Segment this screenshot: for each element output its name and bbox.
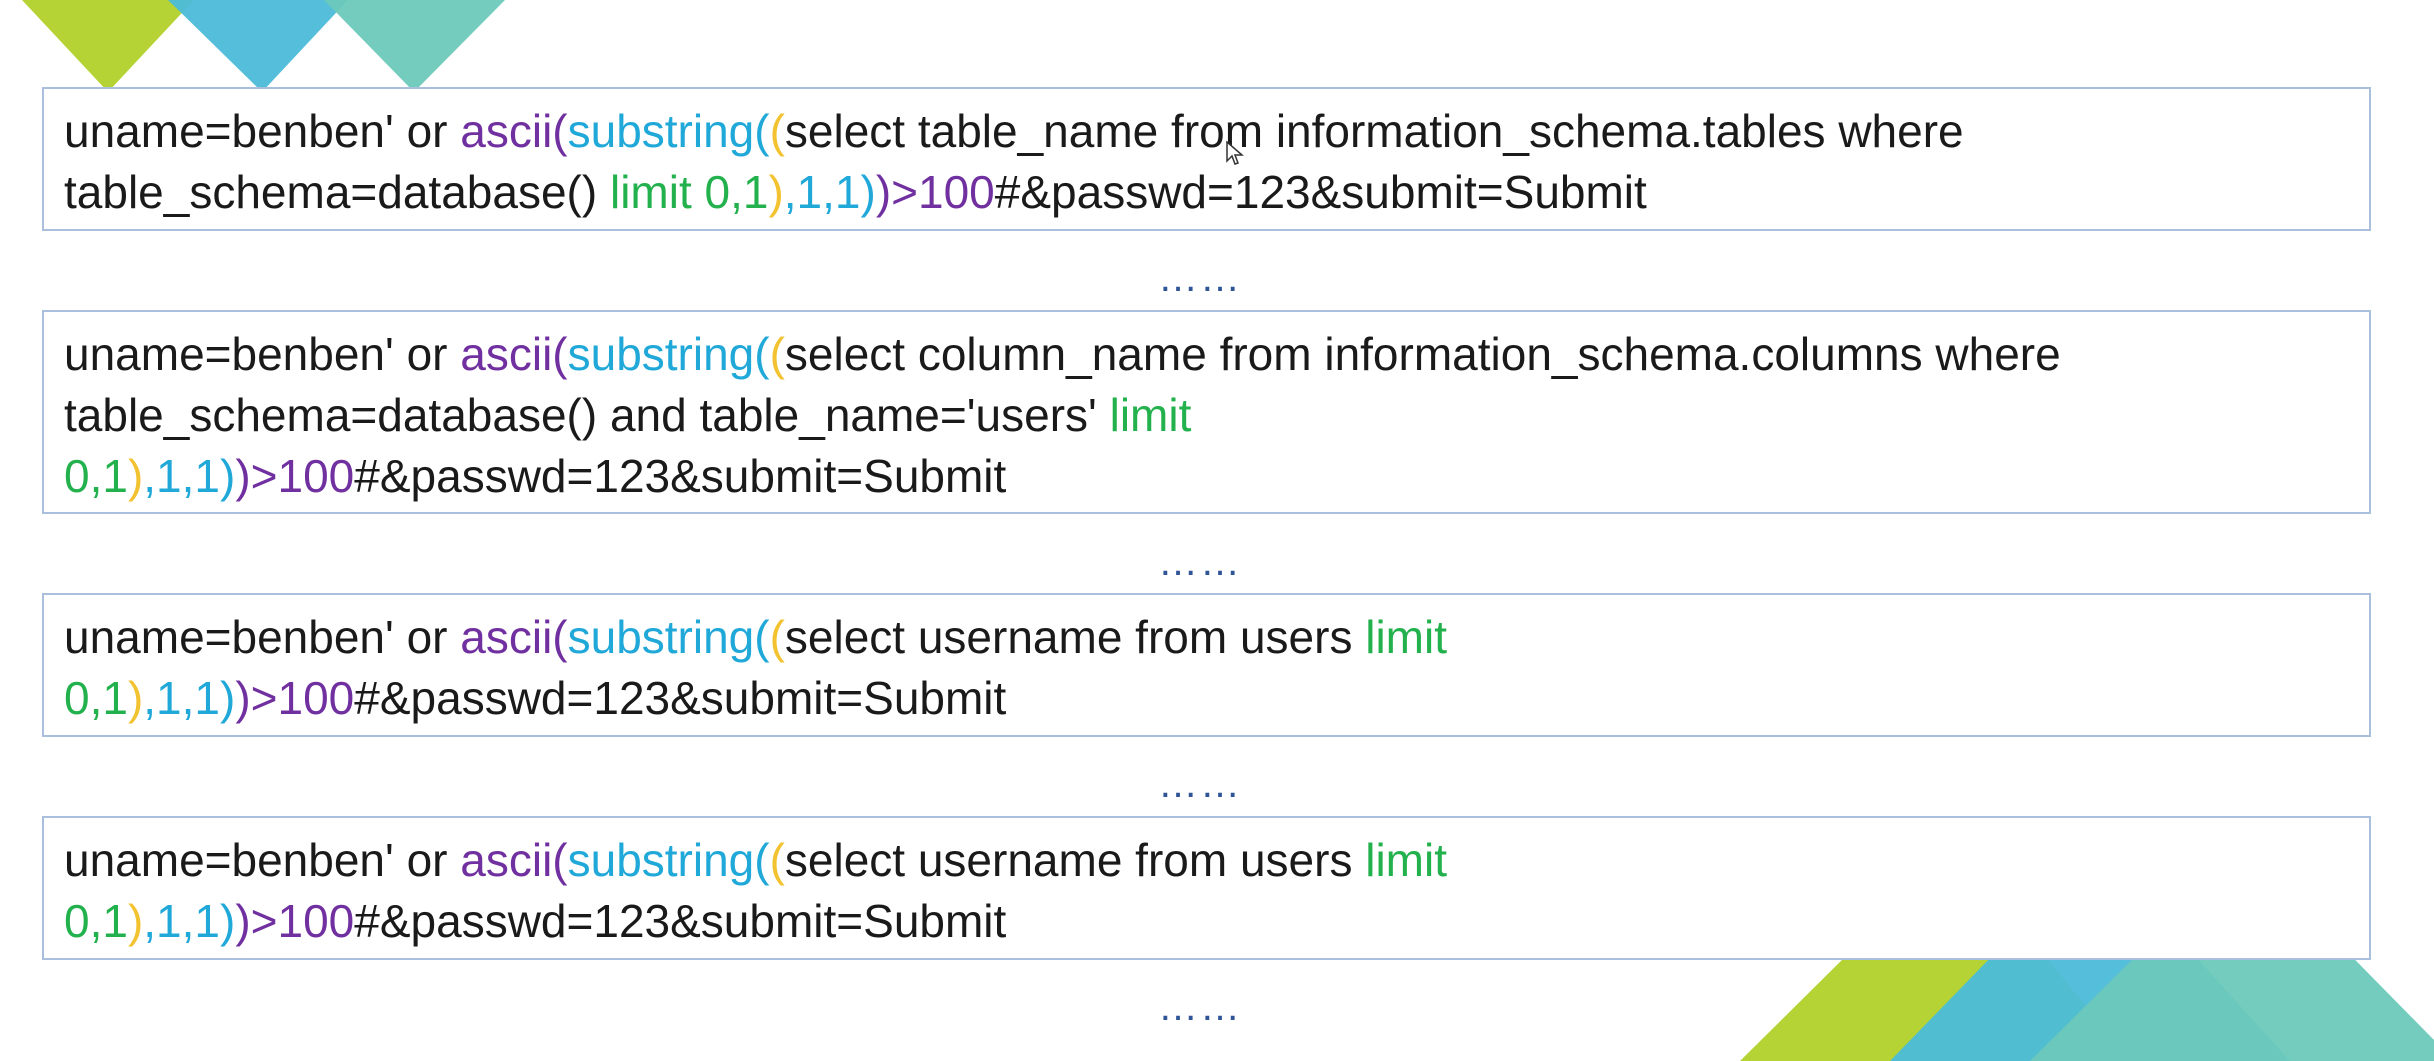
code-segment-plain: #&passwd=123&submit=Submit (994, 166, 1647, 218)
code-segment-plain: uname=benben' or (64, 611, 461, 663)
code-segment-teal: substring( (567, 834, 770, 886)
code-segment-purple: )>100 (235, 895, 355, 947)
code-line: 0,1),1,1))>100#&passwd=123&submit=Submit (64, 891, 2369, 952)
mouse-cursor-icon (1226, 141, 1244, 165)
code-segment-paren-yellow: ) (127, 672, 144, 724)
code-segment-plain: #&passwd=123&submit=Submit (354, 672, 1007, 724)
code-segment-teal: ,1,1) (143, 672, 236, 724)
code-segment-keyword-green: limit 0,1 (609, 166, 769, 218)
code-segment-purple: ascii( (460, 105, 568, 157)
code-segment-keyword-green: limit (1109, 389, 1192, 441)
code-segment-teal: substring( (567, 328, 770, 380)
code-segment-teal: substring( (567, 611, 770, 663)
code-segment-purple: )>100 (235, 672, 355, 724)
code-segment-paren-yellow: ( (769, 105, 785, 157)
code-segment-keyword-green: 0,1 (64, 672, 128, 724)
code-segment-paren-yellow: ) (768, 166, 784, 218)
code-segment-purple: ascii( (460, 834, 568, 886)
code-segment-plain: uname=benben' or (64, 105, 461, 157)
code-segment-paren-yellow: ) (127, 895, 144, 947)
code-line: table_schema=database() limit 0,1),1,1))… (64, 162, 2369, 223)
code-segment-purple: )>100 (235, 450, 355, 502)
payload-block-1: uname=benben' or ascii(substring((select… (42, 87, 2371, 231)
code-segment-purple: )>100 (875, 166, 995, 218)
code-line: 0,1),1,1))>100#&passwd=123&submit=Submit (64, 668, 2369, 729)
code-segment-plain: table_schema=database() (64, 166, 610, 218)
ellipsis-1: …… (1158, 256, 1242, 300)
code-line: table_schema=database() and table_name='… (64, 385, 2369, 446)
code-segment-keyword-green: limit (1365, 834, 1447, 886)
code-segment-plain: #&passwd=123&submit=Submit (354, 450, 1007, 502)
code-segment-plain: select username from users (784, 611, 1366, 663)
code-segment-keyword-green: limit (1365, 611, 1447, 663)
code-segment-paren-yellow: ( (769, 611, 785, 663)
code-segment-keyword-green: 0,1 (64, 895, 128, 947)
code-segment-keyword-green: 0,1 (64, 450, 128, 502)
payload-block-3: uname=benben' or ascii(substring((select… (42, 593, 2371, 737)
code-line: 0,1),1,1))>100#&passwd=123&submit=Submit (64, 446, 2369, 507)
code-segment-plain: table_schema=database() and table_name='… (64, 389, 1110, 441)
code-segment-plain: #&passwd=123&submit=Submit (354, 895, 1007, 947)
payload-block-4: uname=benben' or ascii(substring((select… (42, 816, 2371, 960)
code-segment-teal: ,1,1) (783, 166, 876, 218)
code-segment-teal: ,1,1) (143, 895, 236, 947)
code-segment-plain: uname=benben' or (64, 328, 461, 380)
code-segment-paren-yellow: ( (769, 328, 785, 380)
payload-block-2: uname=benben' or ascii(substring((select… (42, 310, 2371, 514)
code-segment-paren-yellow: ) (127, 450, 144, 502)
code-line: uname=benben' or ascii(substring((select… (64, 607, 2369, 668)
code-segment-plain: select username from users (784, 834, 1366, 886)
code-segment-plain: uname=benben' or (64, 834, 461, 886)
ellipsis-4: …… (1158, 985, 1242, 1029)
code-segment-paren-yellow: ( (769, 834, 785, 886)
code-segment-teal: ,1,1) (143, 450, 236, 502)
code-segment-plain: select table_name from information_schem… (784, 105, 1964, 157)
code-line: uname=benben' or ascii(substring((select… (64, 830, 2369, 891)
code-segment-purple: ascii( (460, 328, 568, 380)
code-segment-teal: substring( (567, 105, 770, 157)
ellipsis-3: …… (1158, 762, 1242, 806)
code-segment-plain: select column_name from information_sche… (784, 328, 2061, 380)
code-line: uname=benben' or ascii(substring((select… (64, 101, 2369, 162)
code-line: uname=benben' or ascii(substring((select… (64, 324, 2369, 385)
ellipsis-2: …… (1158, 540, 1242, 584)
code-segment-purple: ascii( (460, 611, 568, 663)
